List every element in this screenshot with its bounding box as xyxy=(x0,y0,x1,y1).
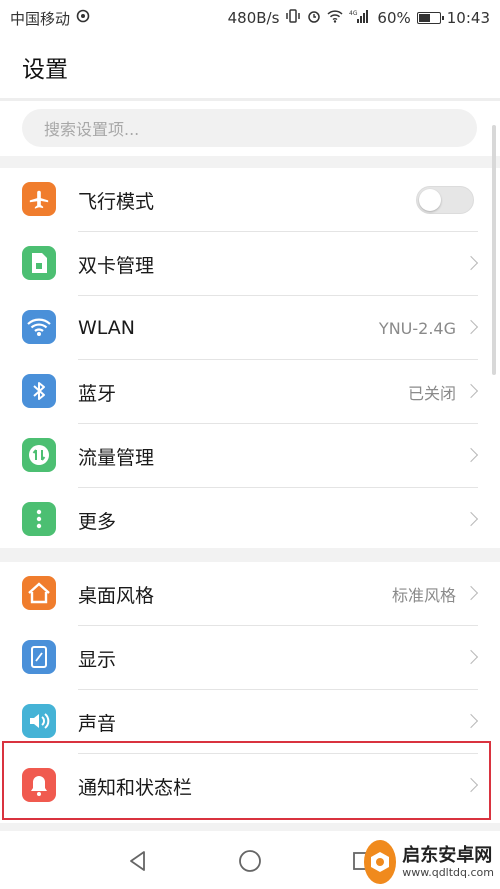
alarm-icon xyxy=(307,9,321,27)
display-icon xyxy=(22,640,56,674)
battery-percent: 60% xyxy=(377,9,411,27)
data-usage-icon xyxy=(22,438,56,472)
chevron-right-icon xyxy=(463,777,479,793)
settings-item-label: 声音 xyxy=(78,712,117,735)
settings-item-label: WLAN xyxy=(78,317,136,339)
settings-item-value: 已关闭 xyxy=(407,384,456,403)
watermark-logo-icon xyxy=(364,840,397,884)
airplane-icon xyxy=(22,182,56,216)
settings-item-notifications[interactable]: 通知和状态栏 xyxy=(0,754,500,818)
wifi-status-icon xyxy=(327,9,343,27)
settings-item-more[interactable]: 更多 xyxy=(0,488,500,552)
scrollbar[interactable] xyxy=(492,125,496,375)
settings-item-label: 桌面风格 xyxy=(78,584,155,607)
sound-icon xyxy=(22,704,56,738)
page-title: 设置 xyxy=(22,57,68,83)
chevron-right-icon xyxy=(463,319,479,335)
signal-icon: 4G xyxy=(349,9,371,27)
section-divider xyxy=(0,156,500,168)
settings-item-wlan[interactable]: WLAN YNU-2.4G xyxy=(0,296,500,360)
settings-item-label: 双卡管理 xyxy=(78,254,155,277)
settings-item-label: 飞行模式 xyxy=(78,190,155,213)
bluetooth-icon xyxy=(22,374,56,408)
watermark-name: 启东安卓网 xyxy=(402,844,493,866)
settings-item-value: 标准风格 xyxy=(391,586,456,605)
vibrate-icon xyxy=(285,9,301,27)
toggle-knob xyxy=(419,189,441,211)
settings-item-label: 更多 xyxy=(78,510,117,533)
settings-item-value: YNU-2.4G xyxy=(378,318,456,338)
search-area: 搜索设置项... xyxy=(0,101,500,159)
chevron-right-icon xyxy=(463,585,479,601)
chevron-right-icon xyxy=(463,713,479,729)
back-icon[interactable] xyxy=(124,847,152,875)
settings-item-sound[interactable]: 声音 xyxy=(0,690,500,754)
settings-item-label: 显示 xyxy=(78,648,117,671)
home-button-icon[interactable] xyxy=(236,847,264,875)
settings-group-connectivity: 飞行模式 双卡管理 WLAN YNU-2.4G 蓝牙 已关闭 流量管理 更多 xyxy=(0,168,500,552)
network-type: 4G xyxy=(349,10,358,17)
watermark: 启东安卓网 www.qdltdq.com xyxy=(364,838,494,886)
bell-icon xyxy=(22,768,56,802)
battery-fill xyxy=(418,14,430,22)
sim-card-icon xyxy=(22,246,56,280)
chevron-right-icon xyxy=(463,383,479,399)
settings-group-device: 桌面风格 标准风格 显示 声音 通知和状态栏 xyxy=(0,562,500,818)
section-divider xyxy=(0,548,500,562)
wifi-icon xyxy=(22,310,56,344)
more-icon xyxy=(22,502,56,536)
home-icon xyxy=(22,576,56,610)
sync-icon xyxy=(76,9,90,27)
header: 设置 xyxy=(0,36,500,98)
settings-item-label: 蓝牙 xyxy=(78,382,117,405)
airplane-mode-toggle[interactable] xyxy=(416,186,474,214)
chevron-right-icon xyxy=(463,255,479,271)
chevron-right-icon xyxy=(463,511,479,527)
settings-item-bluetooth[interactable]: 蓝牙 已关闭 xyxy=(0,360,500,424)
battery-icon xyxy=(416,12,444,24)
settings-item-airplane-mode[interactable]: 飞行模式 xyxy=(0,168,500,232)
network-speed: 480B/s xyxy=(227,9,280,27)
settings-item-label: 流量管理 xyxy=(78,446,155,469)
settings-item-dual-sim[interactable]: 双卡管理 xyxy=(0,232,500,296)
search-input[interactable]: 搜索设置项... xyxy=(22,109,477,147)
section-divider xyxy=(0,823,500,831)
carrier-label: 中国移动 xyxy=(10,9,71,28)
settings-item-home-screen-style[interactable]: 桌面风格 标准风格 xyxy=(0,562,500,626)
watermark-url: www.qdltdq.com xyxy=(402,866,494,880)
chevron-right-icon xyxy=(463,447,479,463)
settings-item-label: 通知和状态栏 xyxy=(78,776,193,799)
settings-item-data-usage[interactable]: 流量管理 xyxy=(0,424,500,488)
settings-item-display[interactable]: 显示 xyxy=(0,626,500,690)
clock: 10:43 xyxy=(446,9,490,27)
status-bar: 中国移动 480B/s 4G 60% 10:43 xyxy=(0,0,500,36)
chevron-right-icon xyxy=(463,649,479,665)
